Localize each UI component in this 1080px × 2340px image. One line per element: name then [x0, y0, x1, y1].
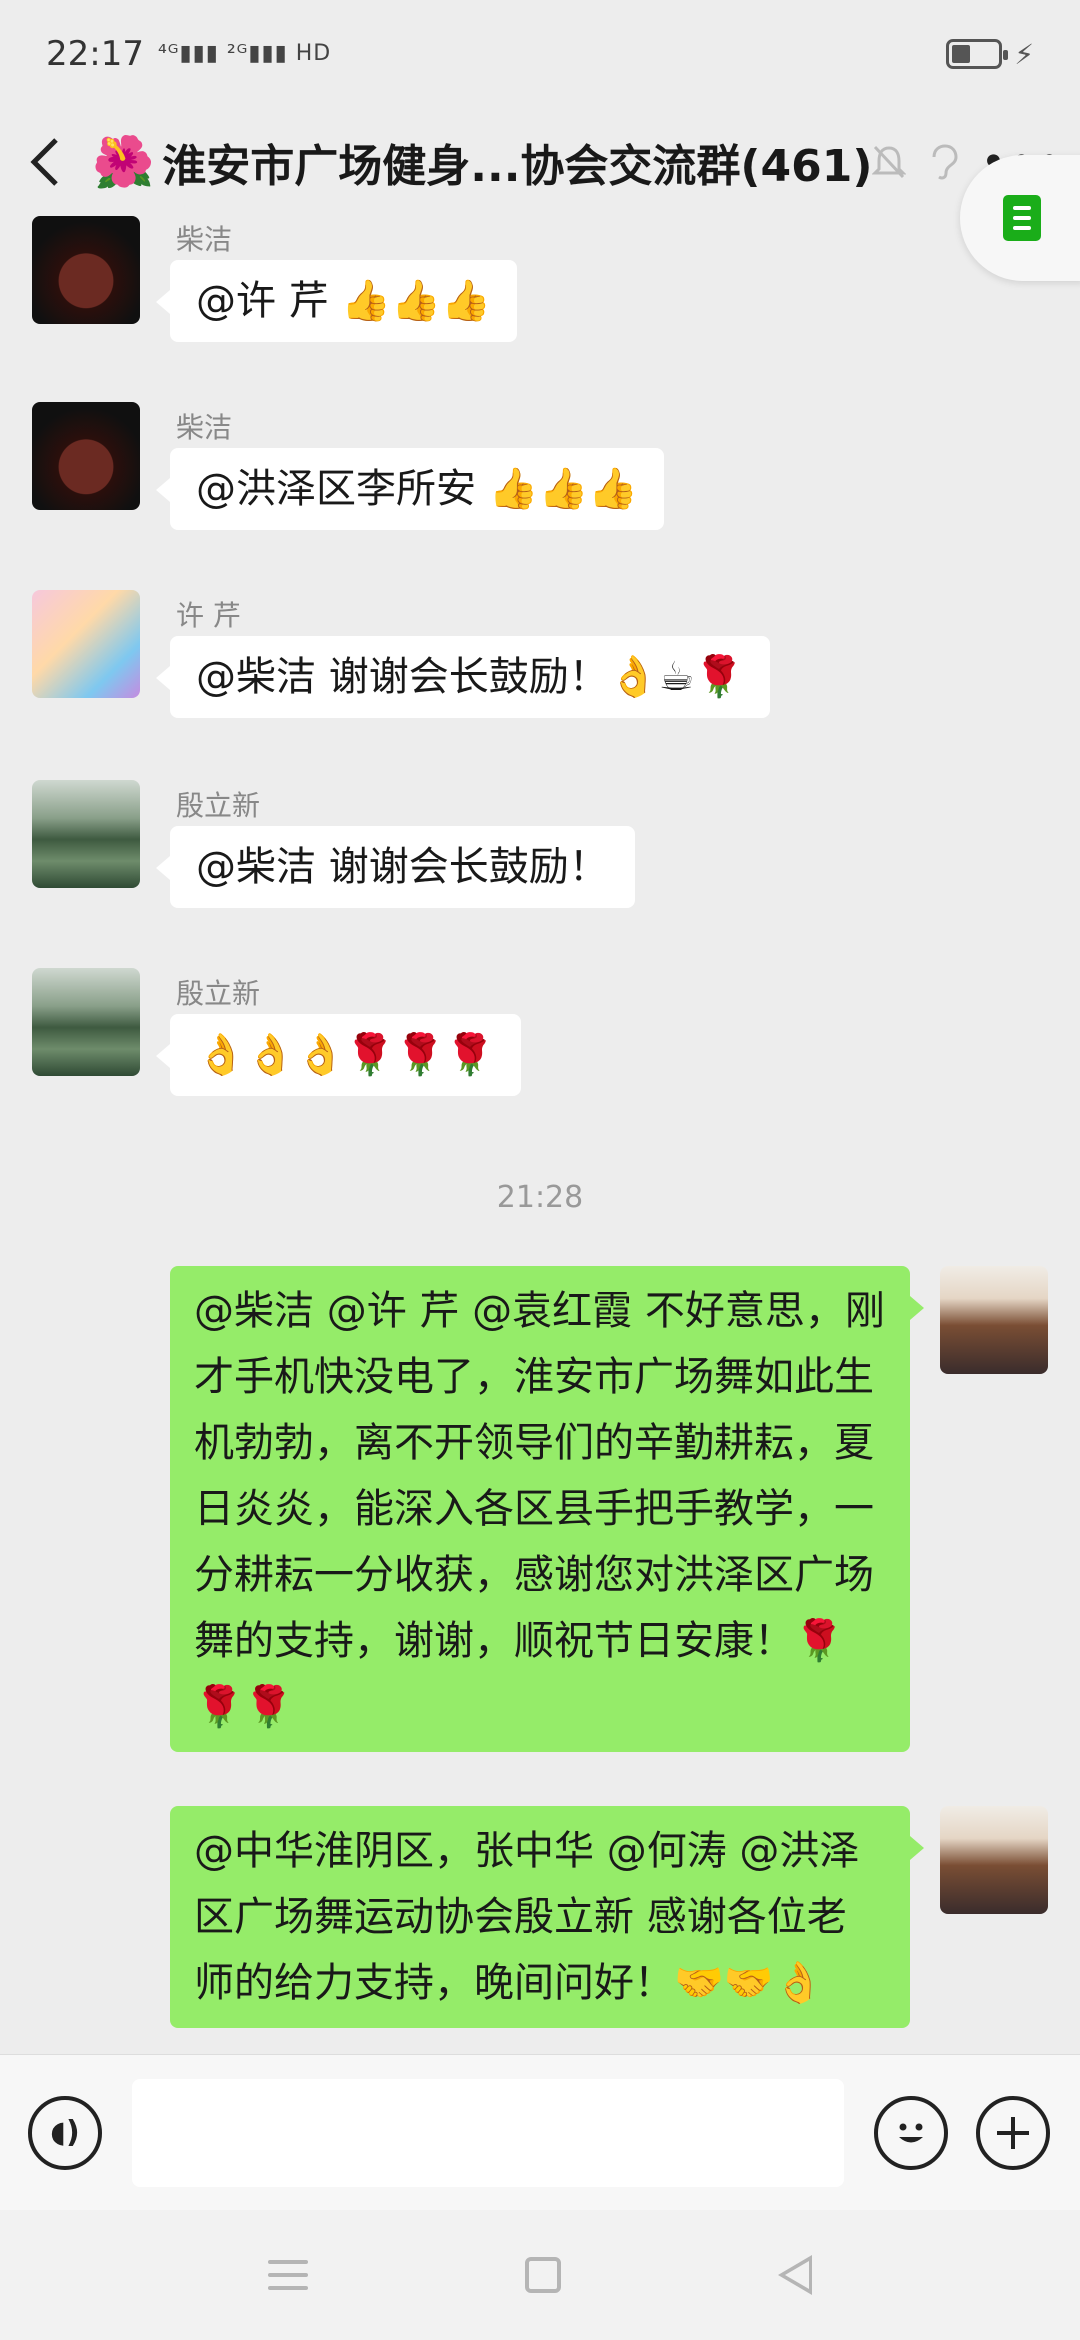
sender-name: 殷立新	[176, 789, 261, 822]
message-bubble[interactable]: @许 芹 👍👍👍	[156, 260, 517, 342]
message-input[interactable]	[132, 2078, 844, 2187]
avatar[interactable]	[32, 968, 140, 1076]
home-icon[interactable]	[524, 2257, 561, 2293]
battery-icon	[946, 39, 1009, 69]
message-bubble[interactable]: @洪泽区李所安 👍👍👍	[155, 448, 665, 530]
chat-title: 🌺 淮安市广场健身...协会交流群(461)	[92, 130, 872, 194]
message-list[interactable]: 柴洁 @许 芹 👍👍👍 柴洁 @洪泽区李所安 👍👍👍 许 芹 @柴洁 谢谢会长鼓…	[0, 216, 1080, 2054]
flower-emoji: 🌺	[92, 132, 155, 191]
avatar[interactable]	[940, 1266, 1048, 1374]
voice-button[interactable]: ◖)	[28, 2095, 102, 2170]
status-bar: 22:17 ⁴ᴳ▮▮▮ ²ᴳ▮▮▮ HD ⚡	[0, 0, 1080, 108]
signal-indicator: ⁴ᴳ▮▮▮ ²ᴳ▮▮▮ HD	[157, 41, 332, 66]
sender-name: 柴洁	[176, 223, 233, 256]
charging-icon: ⚡	[1014, 37, 1034, 71]
status-time: 22:17	[46, 34, 144, 74]
message-bubble[interactable]: @柴洁 谢谢会长鼓励！👌☕🌹	[155, 636, 771, 718]
sender-name: 柴洁	[176, 411, 233, 444]
avatar[interactable]	[32, 780, 140, 888]
input-bar: ◖)	[0, 2054, 1080, 2210]
voice-icon: ◖)	[50, 2115, 80, 2150]
system-nav-bar	[0, 2210, 1080, 2340]
back-button[interactable]	[28, 132, 60, 192]
back-triangle-icon[interactable]	[777, 2255, 812, 2295]
chevron-left-icon	[30, 138, 58, 186]
plus-icon	[997, 2116, 1029, 2149]
message-bubble[interactable]: @柴洁 @许 芹 @袁红霞 不好意思，刚才手机快没电了，淮安市广场舞如此生机勃勃…	[170, 1266, 924, 1752]
avatar[interactable]	[32, 402, 140, 510]
message-bubble[interactable]: @中华淮阴区，张中华 @何涛 @洪泽区广场舞运动协会殷立新 感谢各位老师的给力支…	[170, 1806, 924, 2028]
plus-button[interactable]	[976, 2095, 1050, 2170]
avatar[interactable]	[32, 216, 140, 324]
message-bubble[interactable]: 👌👌👌🌹🌹🌹	[156, 1014, 521, 1096]
earpiece-icon	[932, 144, 958, 180]
menu-icon[interactable]	[268, 2260, 309, 2290]
emoji-button[interactable]	[874, 2095, 948, 2170]
message-bubble[interactable]: @柴洁 谢谢会长鼓励！	[156, 826, 635, 908]
bell-muted-icon	[872, 145, 907, 179]
chat-title-bar: 🌺 淮安市广场健身...协会交流群(461) •••	[0, 108, 1080, 216]
sender-name: 殷立新	[176, 977, 261, 1010]
avatar[interactable]	[940, 1806, 1048, 1914]
group-name: 淮安市广场健身...协会交流群(461)	[162, 141, 873, 192]
avatar[interactable]	[32, 590, 140, 698]
emoji-icon	[899, 2123, 923, 2142]
message-timestamp: 21:28	[496, 1180, 584, 1215]
sender-name: 许 芹	[176, 599, 241, 632]
